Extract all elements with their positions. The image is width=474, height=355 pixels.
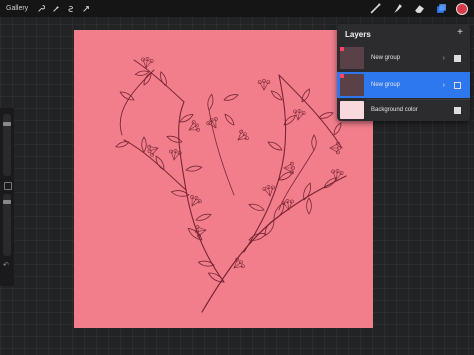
chevron-right-icon[interactable]: › (443, 55, 445, 62)
transform-arrow-icon[interactable] (82, 5, 90, 13)
brush-size-knob[interactable] (3, 122, 11, 126)
add-layer-button[interactable]: + (457, 27, 463, 38)
smudge-icon[interactable] (390, 2, 404, 15)
top-toolbar: Gallery (0, 0, 474, 17)
layer-row-active[interactable]: New group › (337, 72, 470, 98)
layer-name: Background color (371, 107, 418, 113)
layer-thumbnail (340, 74, 364, 96)
magic-wand-icon[interactable] (52, 5, 60, 13)
visibility-checkbox[interactable] (454, 54, 461, 62)
left-sidebar: ↶ (0, 108, 14, 286)
wrench-icon[interactable] (37, 4, 45, 13)
botanical-sketch (115, 57, 347, 313)
eraser-icon[interactable] (412, 2, 426, 15)
layer-name: New group (371, 55, 401, 61)
visibility-checkbox[interactable] (454, 81, 461, 89)
layer-name: New group (371, 82, 401, 88)
selection-icon[interactable] (67, 5, 75, 13)
undo-icon[interactable]: ↶ (3, 261, 9, 269)
right-tools (360, 2, 468, 15)
opacity-knob[interactable] (3, 200, 11, 204)
chevron-right-icon[interactable]: › (443, 82, 445, 89)
layer-row[interactable]: New group › (337, 45, 470, 71)
modify-button[interactable] (4, 182, 12, 190)
layer-thumbnail (340, 47, 364, 69)
gallery-button[interactable]: Gallery (6, 5, 30, 12)
background-layer-row[interactable]: Background color (337, 99, 470, 121)
layers-icon[interactable] (434, 2, 448, 15)
background-thumbnail (340, 101, 364, 119)
layers-panel: Layers + New group › New group › Backgro… (337, 24, 470, 121)
opacity-slider[interactable] (3, 194, 11, 256)
brush-icon[interactable] (368, 2, 382, 15)
drawing-canvas[interactable] (74, 30, 373, 328)
visibility-checkbox[interactable] (454, 106, 461, 114)
color-picker-button[interactable] (456, 2, 468, 15)
layers-title: Layers (345, 30, 371, 39)
brush-size-slider[interactable] (3, 114, 11, 176)
